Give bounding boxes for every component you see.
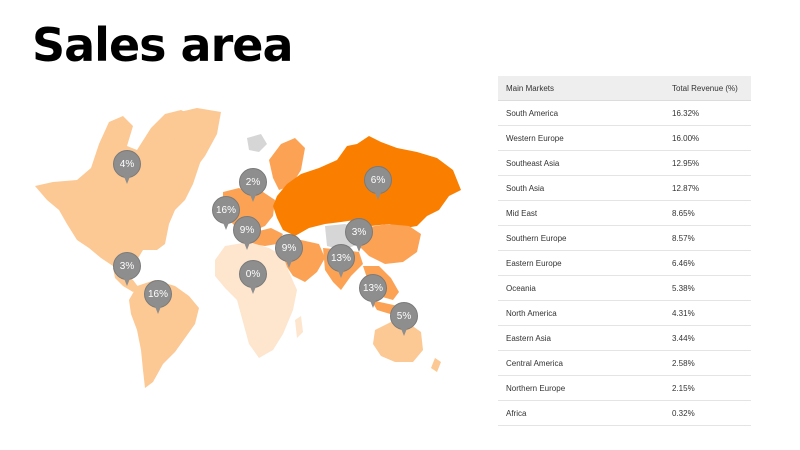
revenue-cell: 5.38% [664, 275, 751, 301]
table-row: Eastern Asia 3.44% [498, 325, 751, 351]
marker-tail [374, 190, 382, 200]
column-header-market: Main Markets [498, 76, 664, 101]
table-row: Western Europe 16.00% [498, 125, 751, 151]
revenue-cell: 6.46% [664, 250, 751, 276]
table-row: Southeast Asia 12.95% [498, 150, 751, 176]
revenue-cell: 8.65% [664, 200, 751, 226]
map-marker[interactable]: 9% [275, 234, 303, 270]
market-cell: Northern Europe [498, 375, 664, 401]
market-cell: Southern Europe [498, 225, 664, 251]
map-marker[interactable]: 6% [364, 166, 392, 202]
page-title: Sales area [32, 18, 293, 72]
revenue-cell: 0.32% [664, 400, 751, 426]
marker-tail [123, 276, 131, 286]
market-cell: Mid East [498, 200, 664, 226]
market-cell: Western Europe [498, 125, 664, 151]
revenue-cell: 2.58% [664, 350, 751, 376]
table-row: Northern Europe 2.15% [498, 375, 751, 401]
table-row: Oceania 5.38% [498, 275, 751, 301]
map-marker[interactable]: 16% [144, 280, 172, 316]
table-row: Africa 0.32% [498, 400, 751, 426]
revenue-cell: 16.00% [664, 125, 751, 151]
map-marker[interactable]: 4% [113, 150, 141, 186]
region-iceland [247, 134, 267, 152]
revenue-cell: 12.87% [664, 175, 751, 201]
market-cell: Oceania [498, 275, 664, 301]
revenue-cell: 4.31% [664, 300, 751, 326]
revenue-cell: 3.44% [664, 325, 751, 351]
market-cell: South America [498, 100, 664, 126]
marker-tail [222, 220, 230, 230]
market-cell: Southeast Asia [498, 150, 664, 176]
table-row: Central America 2.58% [498, 350, 751, 376]
market-cell: Africa [498, 400, 664, 426]
region-madagascar [295, 316, 303, 338]
map-marker[interactable]: 0% [239, 260, 267, 296]
map-marker[interactable]: 3% [113, 252, 141, 288]
marker-tail [355, 242, 363, 252]
map-marker[interactable]: 9% [233, 216, 261, 252]
market-cell: South Asia [498, 175, 664, 201]
marker-tail [249, 284, 257, 294]
table-row: Eastern Europe 6.46% [498, 250, 751, 276]
revenue-cell: 12.95% [664, 150, 751, 176]
marker-tail [369, 298, 377, 308]
map-marker[interactable]: 13% [327, 244, 355, 280]
table-row: Southern Europe 8.57% [498, 225, 751, 251]
map-marker[interactable]: 5% [390, 302, 418, 338]
revenue-cell: 16.32% [664, 100, 751, 126]
marker-tail [285, 258, 293, 268]
marker-tail [337, 268, 345, 278]
revenue-cell: 2.15% [664, 375, 751, 401]
table-row: South America 16.32% [498, 100, 751, 126]
map-marker[interactable]: 13% [359, 274, 387, 310]
table-row: Mid East 8.65% [498, 200, 751, 226]
marker-tail [123, 174, 131, 184]
map-marker[interactable]: 2% [239, 168, 267, 204]
table-row: North America 4.31% [498, 300, 751, 326]
marker-tail [154, 304, 162, 314]
market-cell: Eastern Europe [498, 250, 664, 276]
table-row: South Asia 12.87% [498, 175, 751, 201]
world-map: 4% 3% 16% 2% 16% 9% 0% 9% 6% 3% 13% 13% … [25, 100, 475, 395]
marker-tail [243, 240, 251, 250]
column-header-revenue: Total Revenue (%) [664, 76, 751, 101]
market-cell: North America [498, 300, 664, 326]
revenue-cell: 8.57% [664, 225, 751, 251]
marker-tail [400, 326, 408, 336]
revenue-table: Main Markets Total Revenue (%) South Ame… [498, 76, 751, 426]
market-cell: Eastern Asia [498, 325, 664, 351]
market-cell: Central America [498, 350, 664, 376]
region-new-zealand [431, 358, 441, 372]
table-header-row: Main Markets Total Revenue (%) [498, 76, 751, 101]
marker-tail [249, 192, 257, 202]
